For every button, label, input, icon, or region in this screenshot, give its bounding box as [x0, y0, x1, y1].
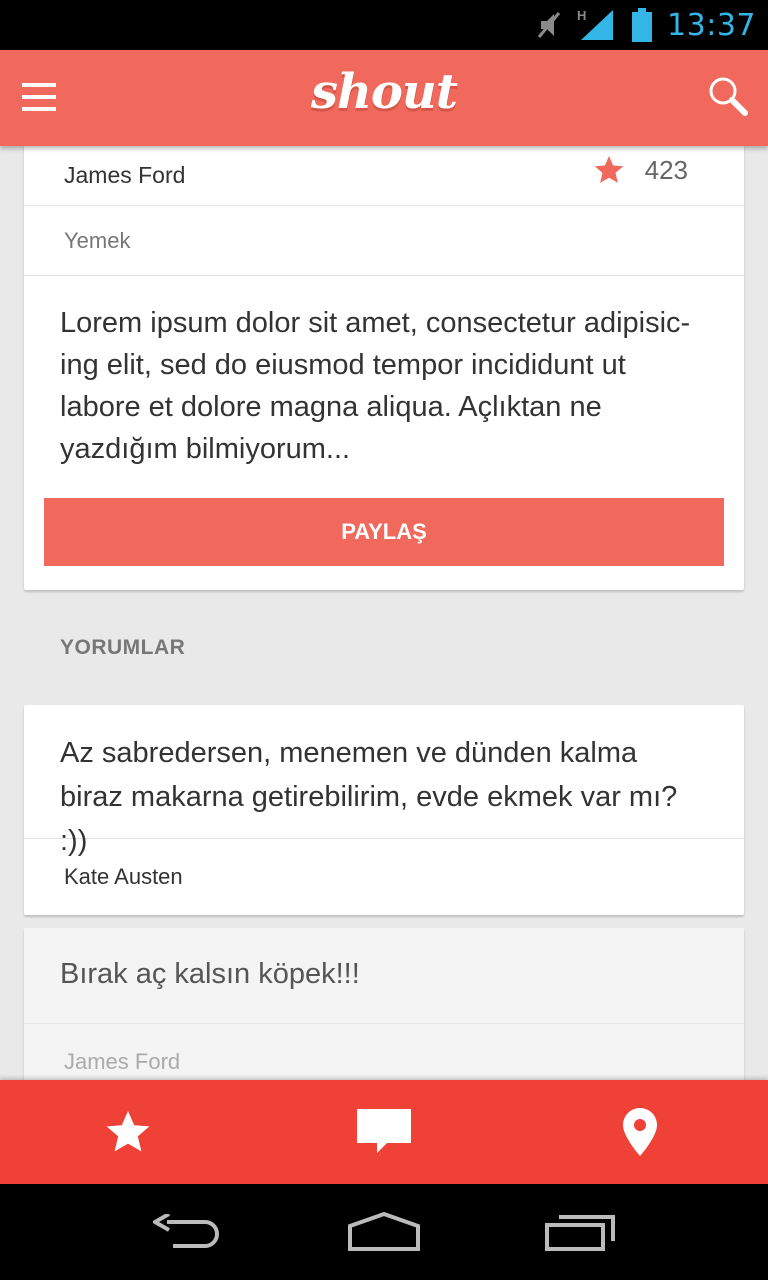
home-icon — [348, 1212, 420, 1251]
star-icon — [106, 1111, 150, 1152]
post-author[interactable]: James Ford — [64, 162, 185, 189]
back-button[interactable] — [148, 1207, 228, 1257]
recents-icon — [545, 1215, 615, 1251]
tab-favorites[interactable] — [0, 1080, 256, 1184]
rating-count: 423 — [644, 154, 688, 185]
tab-comments[interactable] — [256, 1080, 512, 1184]
share-button[interactable]: PAYLAŞ — [44, 498, 724, 566]
post-category[interactable]: Yemek — [24, 206, 744, 276]
status-bar: H 13:37 — [0, 0, 768, 50]
bottom-tab-bar — [0, 1080, 768, 1184]
comment-text: Bırak aç kalsın köpek!!! — [24, 928, 744, 1024]
search-button[interactable] — [708, 76, 748, 116]
app-logo: shout — [310, 64, 458, 120]
mute-icon — [537, 12, 561, 38]
comments-section-title: YORUMLAR — [60, 636, 186, 659]
chat-icon — [357, 1109, 411, 1153]
post-card: James Ford 423 Yemek Lorem ipsum dolor s… — [24, 146, 744, 590]
tab-location[interactable] — [512, 1080, 768, 1184]
back-icon — [153, 1214, 219, 1248]
search-icon — [709, 77, 748, 116]
svg-text:H: H — [577, 8, 586, 23]
recents-button[interactable] — [540, 1207, 620, 1257]
comment-card[interactable]: Bırak aç kalsın köpek!!! James Ford — [24, 928, 744, 1080]
system-nav-bar — [0, 1184, 768, 1280]
post-rating[interactable]: 423 — [593, 154, 688, 186]
comment-author[interactable]: James Ford — [24, 1024, 744, 1080]
comment-author[interactable]: Kate Austen — [24, 839, 744, 915]
comment-text: Az sabredersen, menemen ve dünden kalma … — [24, 705, 744, 857]
clock: 13:37 — [667, 7, 756, 43]
content-scroll[interactable]: James Ford 423 Yemek Lorem ipsum dolor s… — [0, 146, 768, 1080]
comment-card[interactable]: Az sabredersen, menemen ve dünden kalma … — [24, 705, 744, 915]
star-icon — [594, 156, 623, 183]
home-button[interactable] — [344, 1207, 424, 1257]
post-header: James Ford 423 — [24, 146, 744, 206]
battery-icon — [632, 8, 653, 42]
signal-icon: H — [577, 8, 614, 40]
app-bar: shout — [0, 50, 768, 146]
post-text: Lorem ipsum dolor sit amet, consectetur … — [60, 307, 691, 465]
location-pin-icon — [623, 1108, 657, 1156]
